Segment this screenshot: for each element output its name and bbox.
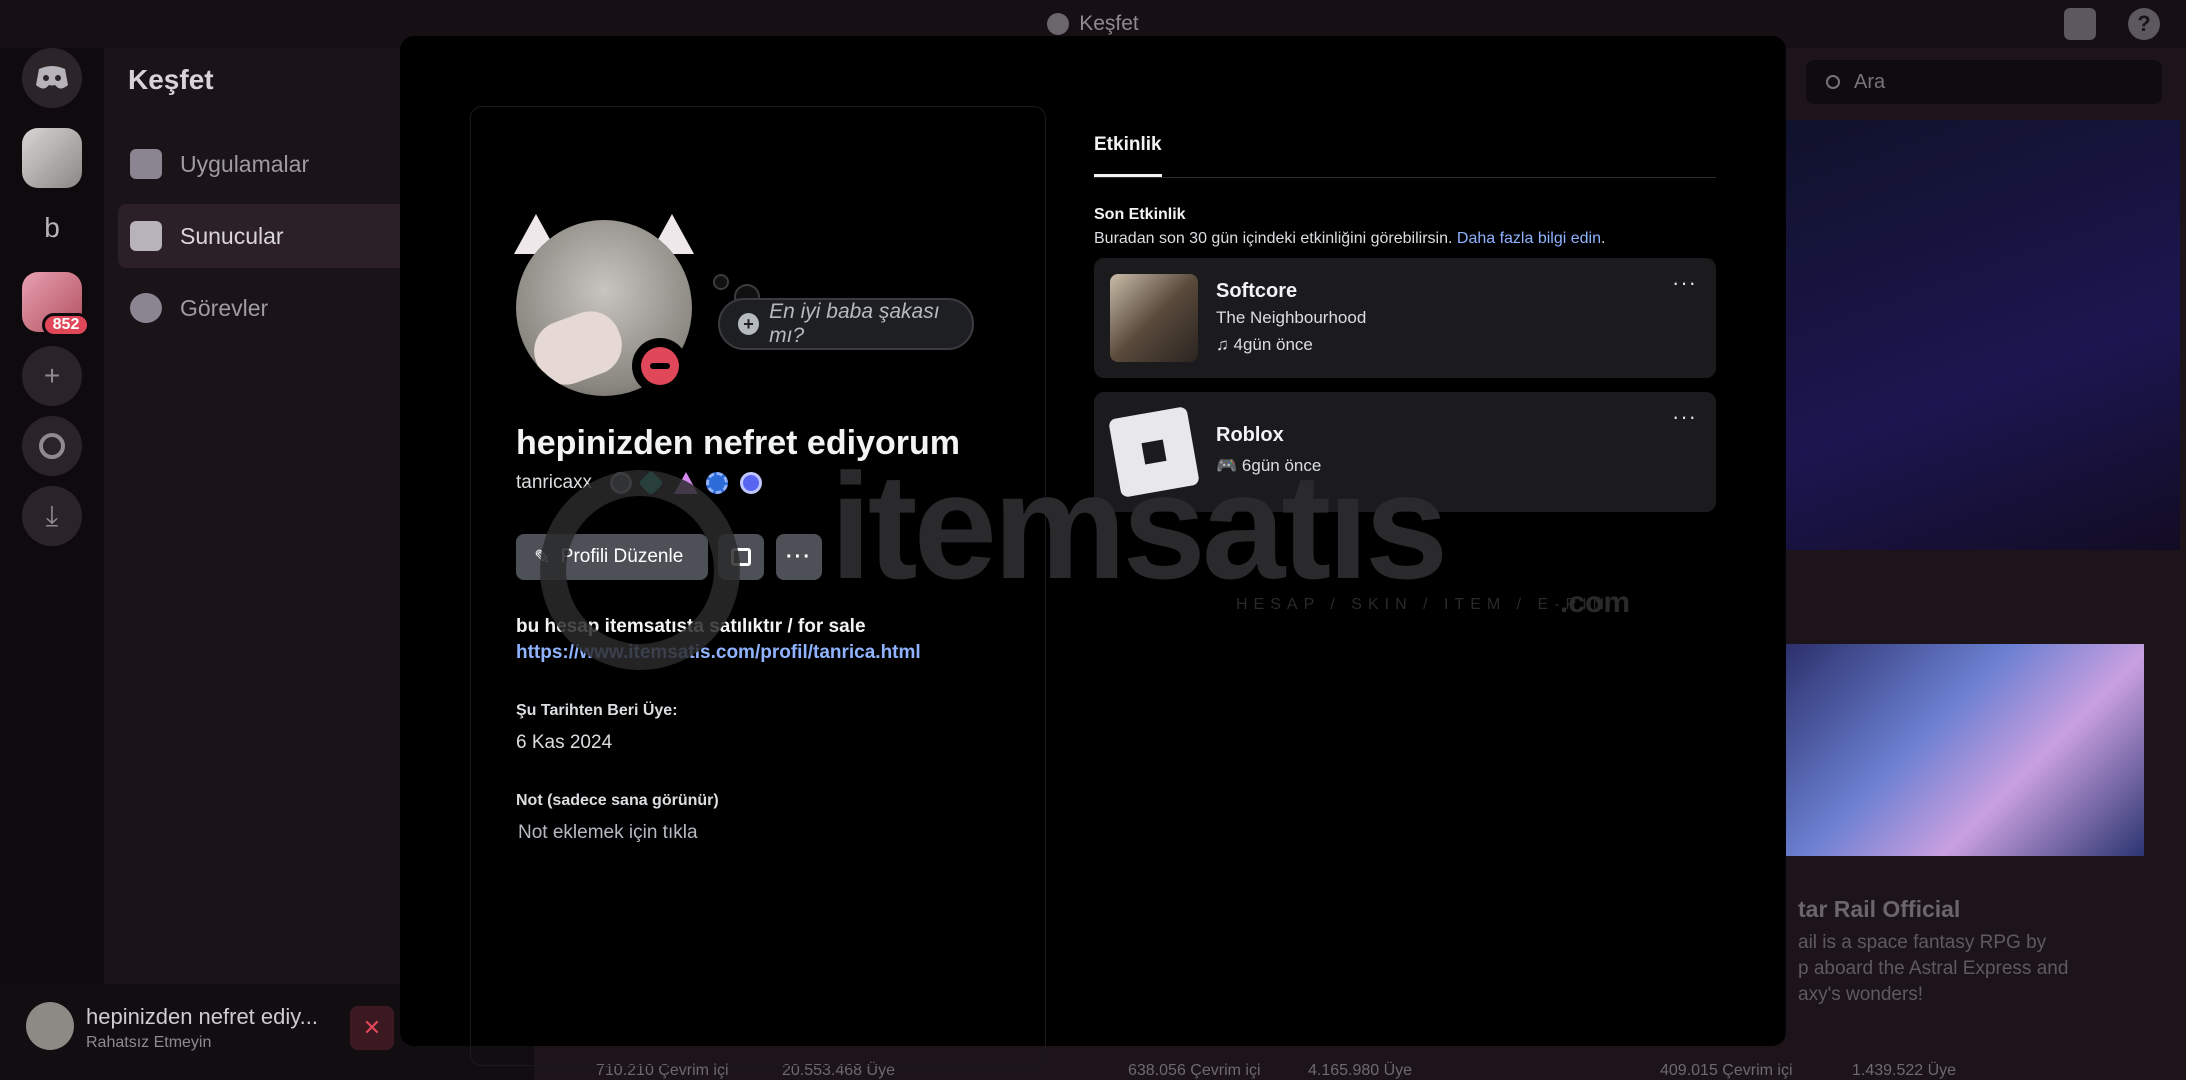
server-card-desc: axy's wonders! xyxy=(1798,984,1924,1005)
server-card-title: tar Rail Official xyxy=(1798,896,1961,922)
user-panel-name: hepinizden nefret ediy... xyxy=(86,1004,318,1029)
activity-card[interactable]: Softcore The Neighbourhood ♫ 4gün önce ·… xyxy=(1094,258,1716,378)
ellipsis-icon[interactable]: ··· xyxy=(1672,270,1700,295)
sidebar-item-label: Sunucular xyxy=(180,222,284,249)
custom-status-bubble[interactable]: + En iyi baba şakası mı? xyxy=(718,298,974,350)
activity-meta: ♫ 4gün önce xyxy=(1216,335,1313,355)
server-online: 409.015 Çevrim içi xyxy=(1660,1062,1793,1079)
note-input[interactable]: Not eklemek için tıkla xyxy=(518,822,698,844)
more-button[interactable]: ··· xyxy=(776,534,822,580)
recent-activity-title: Son Etkinlik xyxy=(1094,206,1186,223)
server-letter[interactable]: b xyxy=(22,198,82,258)
watermark-tagline: HESAP / SKIN / ITEM / E-PIN xyxy=(1236,596,1611,613)
gamepad-icon xyxy=(130,149,162,179)
plus-icon: + xyxy=(738,313,760,335)
watermark-suffix: .com xyxy=(1560,586,1631,619)
server-card-desc: ail is a space fantasy RPG by xyxy=(1798,932,2047,953)
search-icon xyxy=(1826,75,1840,89)
server-card-desc: p aboard the Astral Express and xyxy=(1798,958,2069,979)
server-card-banner[interactable] xyxy=(1782,644,2144,856)
recent-activity-desc: Buradan son 30 gün içindeki etkinliğini … xyxy=(1094,230,1605,248)
early-supporter-badge-icon[interactable] xyxy=(706,472,728,494)
activity-title: Softcore xyxy=(1216,280,1298,302)
ellipsis-icon[interactable]: ··· xyxy=(1672,404,1700,429)
period: . xyxy=(1600,230,1606,247)
tab-activity[interactable]: Etkinlik xyxy=(1094,134,1162,156)
inbox-icon[interactable] xyxy=(2064,8,2096,40)
music-note-icon: ♫ xyxy=(1216,335,1229,354)
activity-subtitle: The Neighbourhood xyxy=(1216,308,1367,327)
help-icon[interactable]: ? xyxy=(2128,8,2160,40)
dnd-status-icon xyxy=(632,338,688,394)
discord-home-icon[interactable] xyxy=(22,48,82,108)
member-since-label: Şu Tarihten Beri Üye: xyxy=(516,702,678,719)
sidebar-title: Keşfet xyxy=(128,64,214,95)
learn-more-link[interactable]: Daha fazla bilgi edin xyxy=(1457,230,1601,247)
activity-time: 4gün önce xyxy=(1233,335,1313,354)
discover-icon[interactable] xyxy=(22,416,82,476)
server-avatar[interactable] xyxy=(22,128,82,188)
quest-icon xyxy=(130,293,162,323)
quest-badge-icon[interactable] xyxy=(740,472,762,494)
watermark-text: itemsatıs xyxy=(830,442,1448,610)
sidebar-item-label: Görevler xyxy=(180,294,269,321)
member-since-value: 6 Kas 2024 xyxy=(516,732,613,753)
server-members: 1.439.522 Üye xyxy=(1852,1062,1957,1079)
thought-dot xyxy=(713,274,729,290)
hero-banner xyxy=(1760,120,2180,550)
server-online: 638.056 Çevrim içi xyxy=(1128,1062,1261,1079)
download-icon[interactable]: ⤓ xyxy=(22,486,82,546)
tab-divider xyxy=(1094,177,1716,178)
recent-activity-desc-text: Buradan son 30 gün içindeki etkinliğini … xyxy=(1094,230,1453,247)
album-art xyxy=(1110,274,1198,362)
server-members: 4.165.980 Üye xyxy=(1308,1062,1413,1079)
server-icon xyxy=(130,221,162,251)
search-placeholder: Ara xyxy=(1854,70,1886,93)
window-title-text: Keşfet xyxy=(1079,12,1139,35)
user-panel-status: Rahatsız Etmeyin xyxy=(86,1034,212,1051)
mute-mic-icon[interactable]: ✕ xyxy=(350,1006,394,1050)
avatar[interactable] xyxy=(26,1002,74,1050)
custom-status-placeholder: En iyi baba şakası mı? xyxy=(769,300,940,347)
unread-badge: 852 xyxy=(42,313,90,337)
search-input[interactable]: Ara xyxy=(1806,60,2162,104)
sidebar-item-label: Uygulamalar xyxy=(180,150,310,177)
note-label: Not (sadece sana görünür) xyxy=(516,792,719,809)
compass-icon xyxy=(1047,13,1070,35)
watermark-logo-icon xyxy=(540,470,740,670)
add-server-icon[interactable]: + xyxy=(22,346,82,406)
ellipsis-icon: ··· xyxy=(786,545,812,568)
